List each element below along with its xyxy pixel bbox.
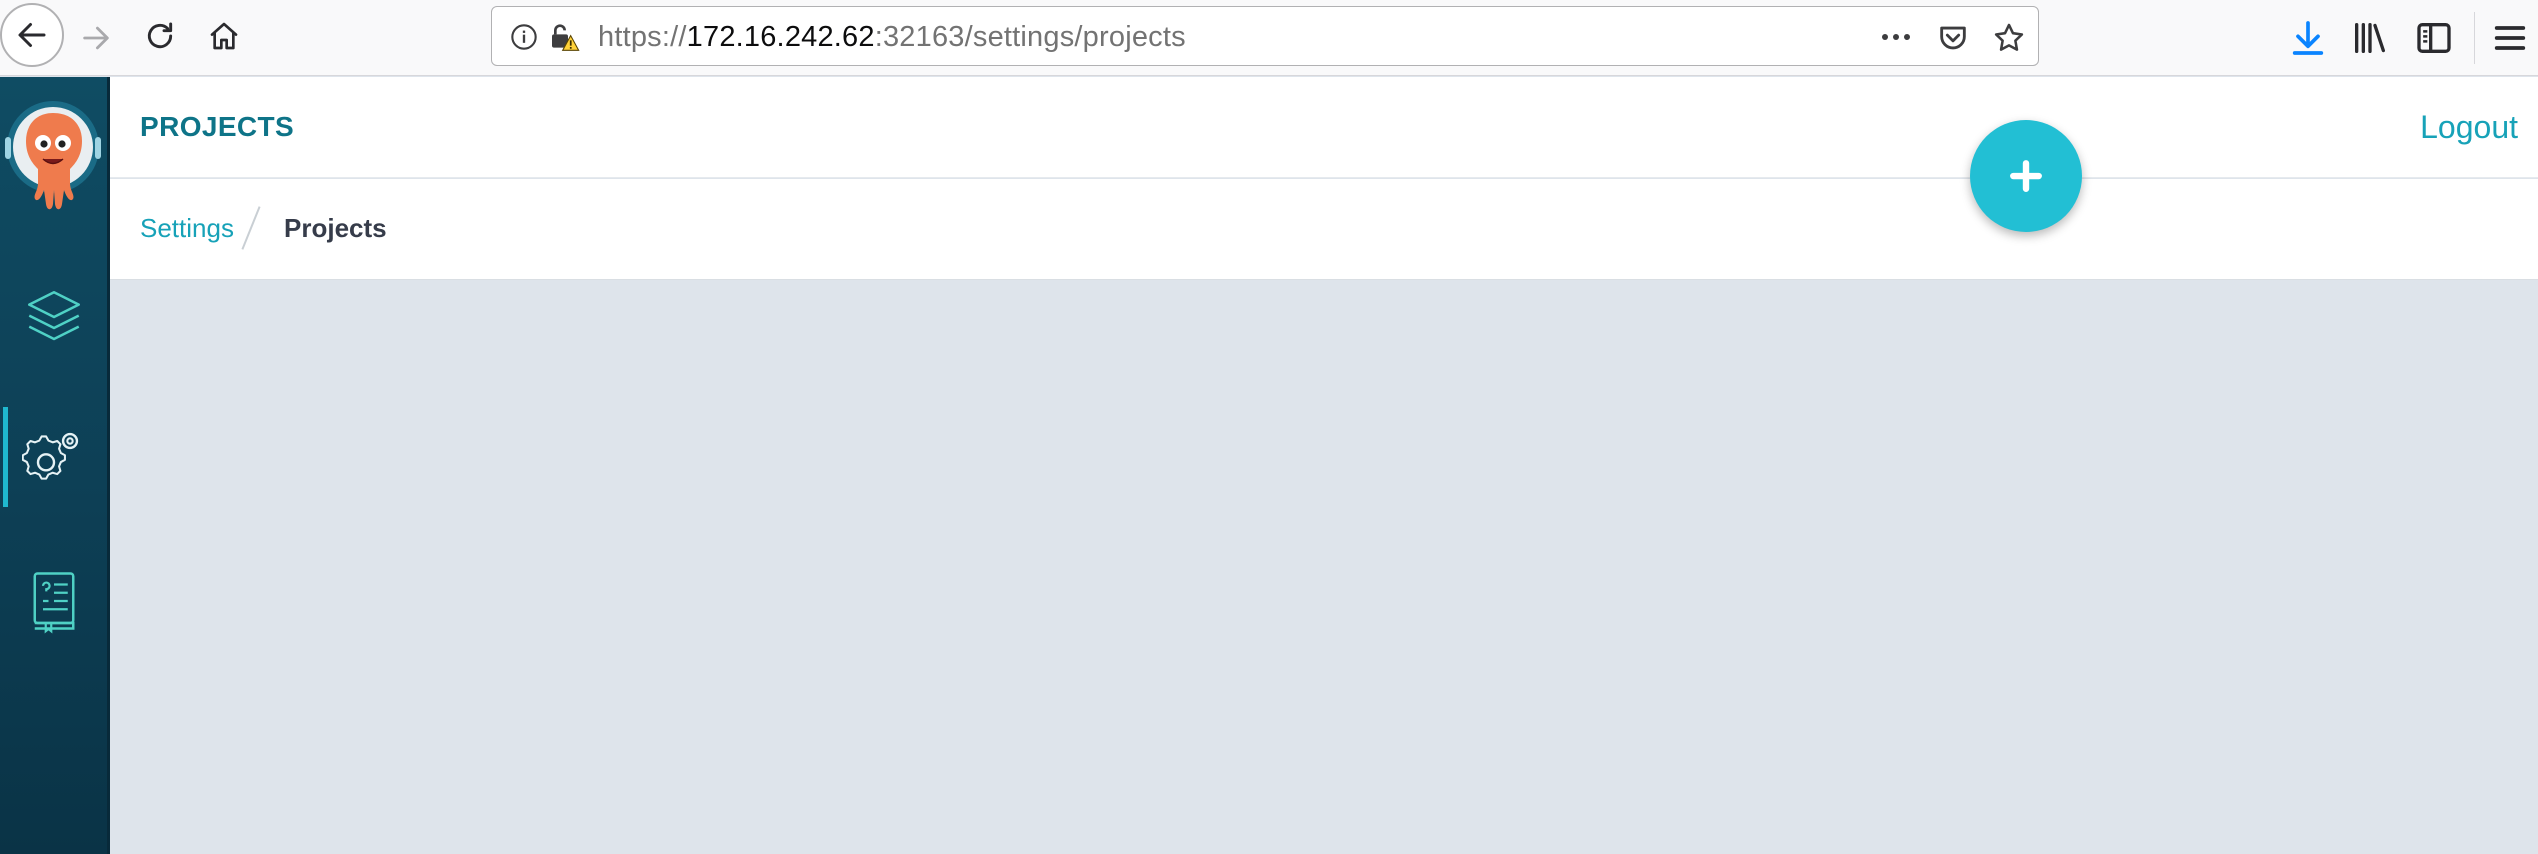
more-actions-icon[interactable] [1878, 21, 1914, 53]
info-icon[interactable] [510, 23, 538, 51]
back-button[interactable] [0, 3, 64, 67]
breadcrumb-current: Projects [284, 213, 387, 243]
pocket-icon[interactable] [1936, 21, 1970, 55]
url-scheme: https:// [598, 21, 687, 53]
address-bar[interactable]: https://172.16.242.62:32163/settings/pro… [491, 6, 2039, 66]
reload-icon [147, 22, 173, 49]
arrow-left-icon [18, 23, 46, 47]
url-path: :32163/settings/projects [874, 21, 1186, 53]
toolbar-separator [2474, 12, 2475, 64]
sidebar-item-applications[interactable] [0, 267, 107, 367]
layers-icon [27, 291, 80, 341]
gear-icon [21, 432, 78, 480]
logout-link[interactable]: Logout [2420, 109, 2518, 146]
download-icon[interactable] [2288, 18, 2328, 58]
forward-button[interactable] [76, 18, 116, 58]
breadcrumb: Settings Projects [110, 179, 2538, 280]
breadcrumb-settings-link[interactable]: Settings [140, 213, 234, 244]
add-project-button[interactable] [1970, 120, 2082, 232]
projects-content-area [110, 281, 2538, 854]
breadcrumb-separator [241, 206, 261, 250]
url-host: 172.16.242.62 [686, 21, 875, 53]
hamburger-menu-icon[interactable] [2490, 18, 2530, 58]
browser-toolbar: https://172.16.242.62:32163/settings/pro… [0, 0, 2538, 76]
library-icon[interactable] [2350, 18, 2390, 58]
sidebar-toggle-icon[interactable] [2414, 18, 2454, 58]
home-button[interactable] [204, 16, 244, 56]
insecure-lock-icon[interactable] [548, 21, 580, 53]
argo-logo[interactable] [5, 99, 101, 221]
url-text[interactable]: https://172.16.242.62:32163/settings/pro… [598, 21, 1186, 54]
page-title: PROJECTS [140, 111, 295, 142]
arrow-right-icon [83, 26, 109, 50]
bookmark-star-icon[interactable] [1992, 21, 2026, 55]
page-header: PROJECTS Logout [110, 77, 2538, 178]
app-sidebar [0, 77, 110, 854]
reload-button[interactable] [140, 16, 180, 56]
sidebar-item-settings[interactable] [0, 407, 107, 507]
help-book-icon [33, 572, 74, 634]
sidebar-item-help[interactable] [0, 551, 107, 651]
home-icon [210, 22, 238, 50]
plus-icon [2010, 160, 2042, 192]
